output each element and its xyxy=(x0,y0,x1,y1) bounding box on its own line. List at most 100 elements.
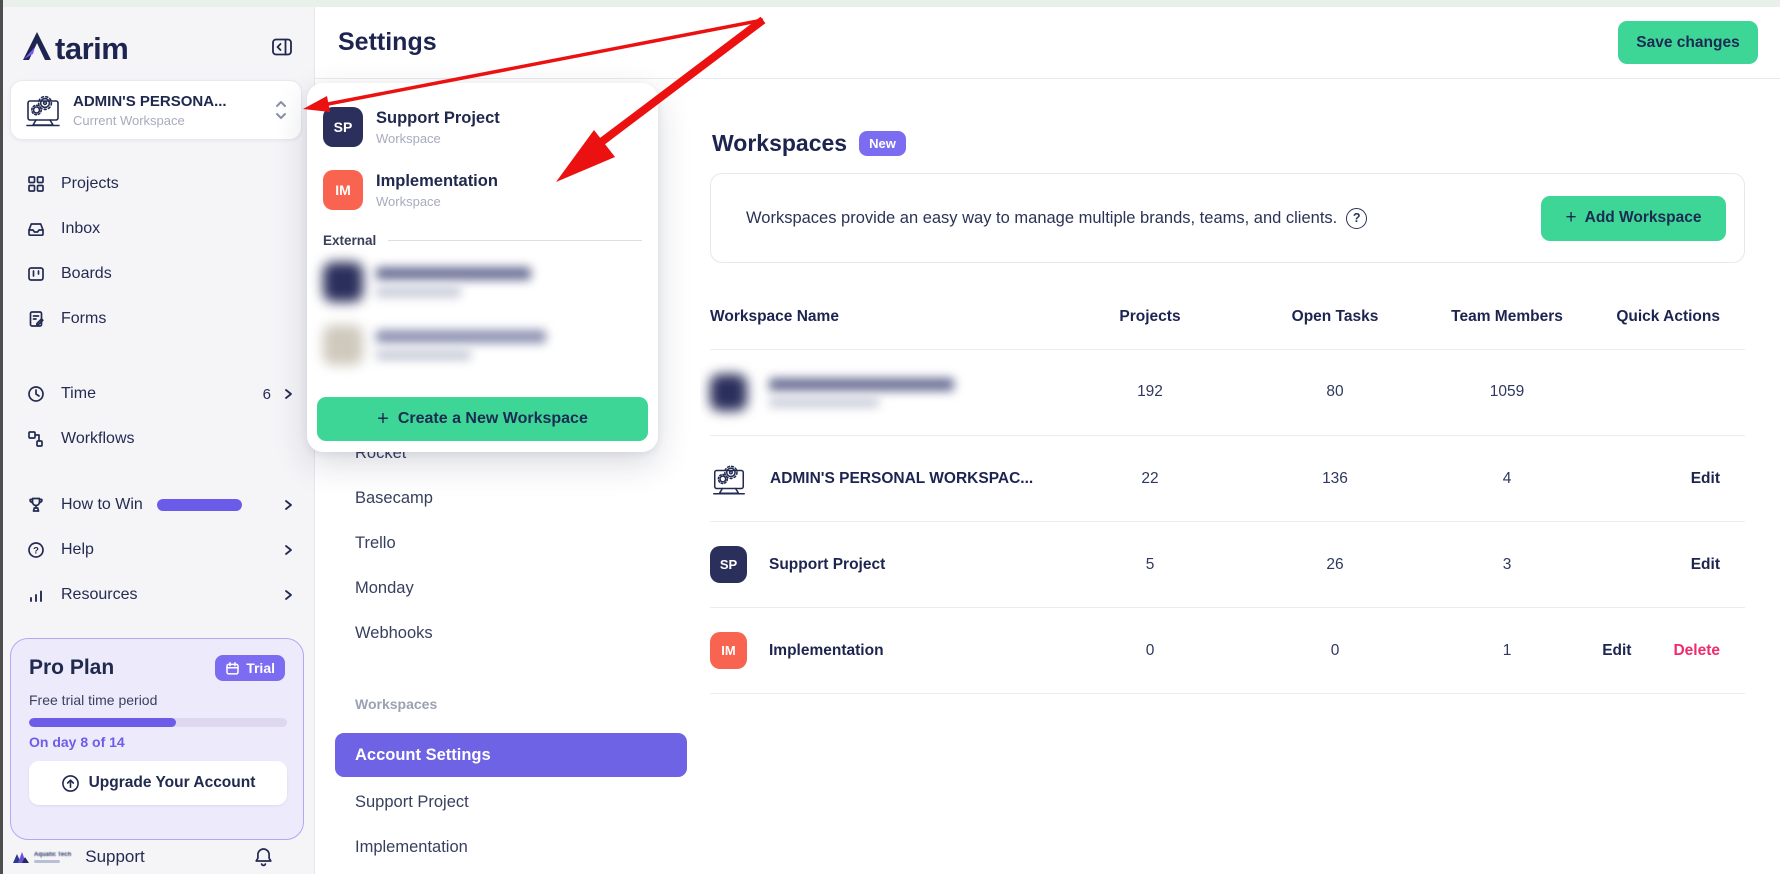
settings-nav-implementation[interactable]: Implementation xyxy=(355,835,655,859)
dropdown-item-redacted-1[interactable] xyxy=(323,262,642,302)
browser-top-strip xyxy=(0,0,1780,7)
create-workspace-label: Create a New Workspace xyxy=(398,410,588,428)
table-row-redacted[interactable]: 192 80 1059 xyxy=(710,349,1745,435)
settings-nav-account-settings-active[interactable]: Account Settings xyxy=(335,733,687,777)
plus-icon: + xyxy=(377,408,389,431)
add-workspace-label: Add Workspace xyxy=(1585,209,1702,227)
trial-day-label: On day 8 of 14 xyxy=(29,734,285,750)
table-row-implementation[interactable]: IM Implementation 0 0 1 Edit Delete xyxy=(710,607,1745,693)
cell-workspace-name: Support Project xyxy=(769,556,885,574)
support-label[interactable]: Support xyxy=(85,847,145,867)
edit-link[interactable]: Edit xyxy=(1691,556,1720,574)
sidebar-item-label: Forms xyxy=(61,310,106,328)
col-quick-actions: Quick Actions xyxy=(1616,308,1720,326)
settings-nav-support-project[interactable]: Support Project xyxy=(355,790,655,814)
current-workspace-selector[interactable]: ADMIN'S PERSONA... Current Workspace xyxy=(10,80,302,140)
col-open-tasks: Open Tasks xyxy=(1292,308,1379,326)
new-badge: New xyxy=(859,131,906,156)
cell-projects: 5 xyxy=(1146,556,1155,574)
cell-projects: 192 xyxy=(1137,383,1163,401)
dropdown-item-redacted-2[interactable] xyxy=(323,325,642,365)
workflow-icon xyxy=(25,428,47,450)
notifications-bell-icon[interactable] xyxy=(253,846,274,869)
avatar-im: IM xyxy=(323,170,363,210)
table-row-support-project[interactable]: SP Support Project 5 26 3 Edit xyxy=(710,521,1745,607)
redacted-name-bar xyxy=(769,378,954,391)
pro-plan-card: Pro Plan Trial Free trial time period On… xyxy=(10,638,304,840)
dropdown-item-type: Workspace xyxy=(376,194,498,209)
cell-open-tasks: 0 xyxy=(1331,642,1340,660)
avatar-redacted xyxy=(323,262,363,302)
section-divider xyxy=(388,240,642,241)
save-changes-button[interactable]: Save changes xyxy=(1618,21,1758,64)
trial-badge-label: Trial xyxy=(246,660,275,676)
sidebar-item-label: Inbox xyxy=(61,220,100,238)
sidebar-item-how-to-win[interactable]: How to Win xyxy=(25,490,295,520)
sidebar-item-label: Workflows xyxy=(61,430,135,448)
table-row-admins-workspace[interactable]: ADMIN'S PERSONAL WORKSPAC... 22 136 4 Ed… xyxy=(710,435,1745,521)
settings-nav-monday[interactable]: Monday xyxy=(355,576,655,600)
sidebar-item-time[interactable]: Time 6 xyxy=(25,379,295,409)
settings-nav-webhooks[interactable]: Webhooks xyxy=(355,621,655,645)
cell-team-members: 1059 xyxy=(1490,383,1524,401)
redacted-name-bar xyxy=(376,267,531,280)
redacted-name-bar xyxy=(376,330,546,343)
avatar-im: IM xyxy=(710,632,747,669)
help-question-icon[interactable]: ? xyxy=(1346,208,1367,229)
workspace-switcher-dropdown: SP Support Project Workspace IM Implemen… xyxy=(307,83,658,452)
upgrade-account-button[interactable]: Upgrade Your Account xyxy=(29,761,287,805)
sidebar-item-label: Time xyxy=(61,385,96,403)
cell-team-members: 1 xyxy=(1503,642,1512,660)
clock-icon xyxy=(25,383,47,405)
chevron-right-icon xyxy=(281,498,295,512)
workspace-selector-chevrons-icon[interactable] xyxy=(273,97,289,123)
avatar-redacted xyxy=(323,325,363,365)
edit-link[interactable]: Edit xyxy=(1602,642,1631,660)
cell-open-tasks: 136 xyxy=(1322,470,1348,488)
trial-progress-fill xyxy=(29,718,176,727)
sidebar-item-label: Resources xyxy=(61,586,137,604)
create-new-workspace-button[interactable]: + Create a New Workspace xyxy=(317,397,648,441)
inbox-icon xyxy=(25,218,47,240)
sidebar-item-projects[interactable]: Projects xyxy=(25,169,295,199)
settings-nav-basecamp[interactable]: Basecamp xyxy=(355,486,655,510)
dropdown-item-support-project[interactable]: SP Support Project Workspace xyxy=(323,107,642,147)
delete-link[interactable]: Delete xyxy=(1673,642,1720,660)
arrow-up-circle-icon xyxy=(61,774,80,793)
sidebar-item-inbox[interactable]: Inbox xyxy=(25,214,295,244)
sidebar-collapse-button[interactable] xyxy=(269,34,295,60)
plan-title: Pro Plan xyxy=(29,656,114,680)
workspaces-info-card: Workspaces provide an easy way to manage… xyxy=(710,173,1745,263)
redacted-sub-bar xyxy=(376,287,461,297)
sidebar-item-label: Projects xyxy=(61,175,119,193)
settings-nav-trello[interactable]: Trello xyxy=(355,531,655,555)
table-header-row: Workspace Name Projects Open Tasks Team … xyxy=(710,300,1745,334)
agency-mini-logo: Aquatic Tech xyxy=(12,851,71,864)
collapse-sidebar-icon xyxy=(270,35,294,59)
workspace-laptop-gears-icon xyxy=(710,460,748,498)
form-icon xyxy=(25,308,47,330)
sidebar-item-boards[interactable]: Boards xyxy=(25,259,295,289)
avatar-redacted xyxy=(710,374,747,411)
redacted-sub-bar xyxy=(376,350,471,360)
atarim-logo-mark xyxy=(20,30,54,64)
workspace-laptop-gears-icon xyxy=(23,90,63,130)
add-workspace-button[interactable]: + Add Workspace xyxy=(1541,196,1726,241)
dropdown-section-external: External xyxy=(323,233,642,248)
cell-open-tasks: 26 xyxy=(1326,556,1343,574)
sidebar-item-resources[interactable]: Resources xyxy=(25,580,295,610)
external-label: External xyxy=(323,233,376,248)
page-title: Settings xyxy=(338,28,437,57)
sidebar-item-workflows[interactable]: Workflows xyxy=(25,424,295,454)
sidebar-item-forms[interactable]: Forms xyxy=(25,304,295,334)
dropdown-item-implementation[interactable]: IM Implementation Workspace xyxy=(323,170,642,210)
edit-link[interactable]: Edit xyxy=(1691,470,1720,488)
cell-open-tasks: 80 xyxy=(1326,383,1343,401)
main-content: Workspaces New Workspaces provide an eas… xyxy=(700,79,1780,874)
plan-subtitle: Free trial time period xyxy=(29,692,285,708)
page-header: Settings Save changes xyxy=(315,7,1780,79)
how-to-win-progress-pill xyxy=(157,499,242,511)
plus-icon: + xyxy=(1566,207,1577,229)
sidebar-item-help[interactable]: ? Help xyxy=(25,535,295,565)
atarim-logo: tarim xyxy=(20,30,128,64)
